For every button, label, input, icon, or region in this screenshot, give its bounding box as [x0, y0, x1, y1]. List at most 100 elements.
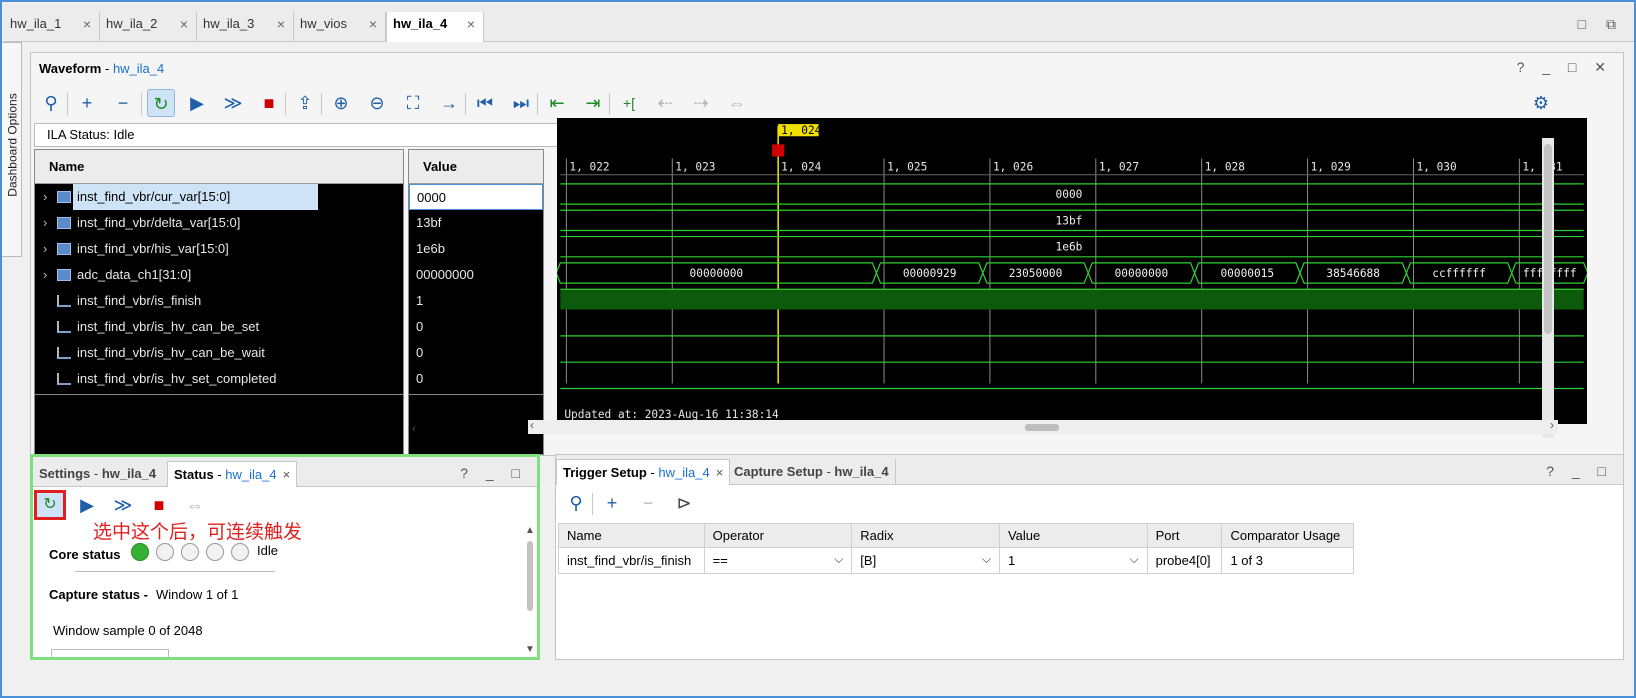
run-trigger-icon[interactable]: ▶ — [73, 491, 101, 519]
next-marker-icon[interactable]: ⇢ — [687, 89, 715, 117]
tab-target-link[interactable]: hw_ila_4 — [658, 465, 709, 480]
waveform-canvas[interactable]: 1, 022 1, 023 1, 024 1, 025 1, 026 1, 027 1, 0… — [557, 118, 1587, 424]
signal-row[interactable]: › inst_find_vbr/his_var[15:0] — [35, 236, 403, 262]
window-controls[interactable]: □ ⧉ — [1578, 16, 1624, 33]
column-header[interactable]: Name — [558, 523, 705, 548]
waveform-horizontal-scrollbar[interactable]: ‹ › — [528, 418, 1558, 434]
signal-value[interactable]: 0 — [409, 340, 543, 366]
capture-options-icon[interactable]: ⇔ — [181, 491, 209, 519]
remove-probe-icon[interactable]: − — [634, 489, 662, 517]
signal-row[interactable]: › inst_find_vbr/cur_var[15:0] — [35, 184, 403, 210]
close-icon[interactable]: × — [467, 12, 475, 36]
tab-hw-vios[interactable]: hw_vios × — [294, 12, 386, 42]
add-probe-icon[interactable]: + — [598, 489, 626, 517]
expand-icon[interactable]: › — [43, 210, 47, 236]
scroll-thumb[interactable] — [1544, 144, 1552, 334]
close-icon[interactable]: × — [716, 465, 724, 480]
close-icon[interactable]: × — [277, 12, 285, 36]
close-icon[interactable]: × — [83, 12, 91, 36]
swap-markers-icon[interactable]: ⇔ — [723, 89, 751, 117]
add-marker-icon[interactable]: +[ — [615, 89, 643, 117]
tab-hw-ila-4[interactable]: hw_ila_4 × — [386, 12, 484, 42]
scroll-up-arrow[interactable]: ▲ — [525, 525, 535, 536]
search-icon[interactable]: ⚲ — [37, 89, 65, 117]
column-header[interactable]: Operator — [703, 523, 853, 548]
chevron-down-icon[interactable]: ⌵ — [834, 552, 843, 567]
tab-hw-ila-3[interactable]: hw_ila_3 × — [197, 12, 294, 42]
zoom-out-icon[interactable]: ⊖ — [363, 89, 391, 117]
waveform-panel-controls[interactable]: ? _ □ ✕ — [1517, 59, 1613, 76]
value-column-header[interactable]: Value — [409, 150, 543, 184]
signal-value[interactable]: 1 — [409, 288, 543, 314]
tab-trigger-setup[interactable]: Trigger Setup - hw_ila_4 × — [556, 459, 731, 485]
close-icon[interactable]: × — [283, 467, 291, 482]
tab-hw-ila-2[interactable]: hw_ila_2 × — [100, 12, 197, 42]
tab-hw-ila-1[interactable]: hw_ila_1 × — [4, 12, 100, 42]
scroll-thumb[interactable] — [527, 541, 533, 611]
run-repeat-trigger-icon[interactable]: ↻ — [34, 490, 66, 520]
chevron-down-icon[interactable]: ⌵ — [1130, 552, 1139, 567]
signal-row[interactable]: › adc_data_ch1[31:0] — [35, 262, 403, 288]
trigger-panel-controls[interactable]: ? _ □ — [1546, 463, 1613, 479]
go-to-end-icon[interactable]: ⏭ — [507, 89, 535, 117]
run-immediate-icon[interactable]: ≫ — [219, 89, 247, 117]
table-row[interactable]: inst_find_vbr/is_finish == ⌵ [B] ⌵ 1 ⌵ prob… — [558, 547, 1354, 574]
status-panel-controls[interactable]: ? _ □ — [460, 465, 527, 481]
signal-value[interactable]: 0 — [409, 366, 543, 392]
zoom-in-icon[interactable]: ⊕ — [327, 89, 355, 117]
run-repeat-trigger-icon[interactable]: ↻ — [147, 89, 175, 117]
column-header[interactable]: Comparator Usage — [1221, 523, 1354, 548]
status-scrollbar[interactable]: ▲ ▼ — [525, 525, 535, 655]
trigger-function-icon[interactable]: ⊳ — [670, 489, 698, 517]
signal-value[interactable]: 00000000 — [409, 262, 543, 288]
close-icon[interactable]: × — [180, 12, 188, 36]
go-to-cursor-icon[interactable]: → — [435, 89, 463, 117]
chevron-down-icon[interactable]: ⌵ — [982, 552, 991, 567]
signal-value[interactable]: 0 — [409, 314, 543, 340]
radix-select[interactable]: [B] ⌵ — [851, 547, 1000, 574]
tab-status[interactable]: Status - hw_ila_4 × — [167, 461, 298, 487]
signal-value[interactable]: 13bf — [409, 210, 543, 236]
next-transition-icon[interactable]: ⇥ — [579, 89, 607, 117]
operator-select[interactable]: == ⌵ — [703, 547, 853, 574]
go-to-start-icon[interactable]: ⏮ — [471, 89, 499, 117]
previous-transition-icon[interactable]: ⇤ — [543, 89, 571, 117]
scroll-thumb[interactable] — [1025, 424, 1059, 431]
scroll-left-arrow[interactable]: ‹ — [530, 418, 534, 432]
previous-marker-icon[interactable]: ⇠ — [651, 89, 679, 117]
column-header[interactable]: Value — [998, 523, 1148, 548]
waveform-target-link[interactable]: hw_ila_4 — [113, 61, 164, 76]
expand-icon[interactable]: › — [43, 262, 47, 288]
signal-value[interactable]: 0000 — [409, 184, 543, 210]
signal-row[interactable]: inst_find_vbr/is_hv_can_be_wait — [35, 340, 403, 366]
export-icon[interactable]: ⇪ — [291, 89, 319, 117]
signal-row[interactable]: › inst_find_vbr/delta_var[15:0] — [35, 210, 403, 236]
expand-icon[interactable]: › — [43, 236, 47, 262]
scroll-down-arrow[interactable]: ▼ — [525, 644, 535, 655]
stop-trigger-icon[interactable]: ■ — [255, 89, 283, 117]
column-header[interactable]: Radix — [851, 523, 1000, 548]
signal-row[interactable]: inst_find_vbr/is_hv_set_completed — [35, 366, 403, 392]
run-trigger-icon[interactable]: ▶ — [183, 89, 211, 117]
dashboard-options-tab[interactable]: Dashboard Options — [2, 42, 22, 257]
signal-row[interactable]: inst_find_vbr/is_finish — [35, 288, 403, 314]
waveform-vertical-scrollbar[interactable] — [1542, 138, 1554, 438]
add-icon[interactable]: + — [73, 89, 101, 117]
signal-value[interactable]: 1e6b — [409, 236, 543, 262]
value-select[interactable]: 1 ⌵ — [998, 547, 1148, 574]
column-header[interactable]: Port — [1146, 523, 1223, 548]
stop-trigger-icon[interactable]: ■ — [145, 491, 173, 519]
name-column-header[interactable]: Name — [35, 150, 403, 184]
signal-row[interactable]: inst_find_vbr/is_hv_can_be_set — [35, 314, 403, 340]
run-immediate-icon[interactable]: ≫ — [109, 491, 137, 519]
search-icon[interactable]: ⚲ — [562, 489, 590, 517]
tab-settings[interactable]: Settings - hw_ila_4 — [33, 461, 162, 487]
zoom-fit-icon[interactable]: ⛶ — [399, 89, 427, 117]
expand-icon[interactable]: › — [43, 184, 47, 210]
remove-icon[interactable]: − — [109, 89, 137, 117]
gear-icon[interactable]: ⚙ — [1527, 89, 1555, 117]
value-column-scrollbar[interactable]: ‹› — [408, 423, 544, 435]
tab-capture-setup[interactable]: Capture Setup - hw_ila_4 — [728, 459, 896, 485]
close-icon[interactable]: × — [369, 12, 377, 36]
tab-target-link[interactable]: hw_ila_4 — [225, 467, 276, 482]
